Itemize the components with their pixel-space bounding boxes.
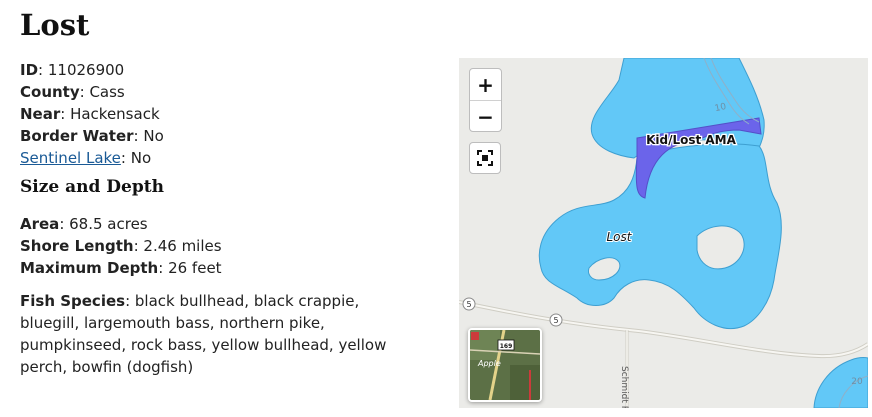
fullscreen-icon xyxy=(477,150,493,166)
border-water-value: No xyxy=(143,127,164,145)
contour-label-20: 20 xyxy=(851,377,863,387)
lake-map[interactable]: Kid/Lost AMA Lost 10 20 5 5 Schmidt R + … xyxy=(459,58,868,408)
area-row: Area: 68.5 acres xyxy=(20,215,148,233)
zoom-control: + − xyxy=(469,68,502,132)
sentinel-lake-row: Sentinel Lake: No xyxy=(20,149,152,167)
fullscreen-button[interactable] xyxy=(469,142,501,174)
id-row: ID: 11026900 xyxy=(20,61,125,79)
lake-map-label: Lost xyxy=(607,230,633,244)
id-value: 11026900 xyxy=(47,61,125,79)
road-shield-2-label: 5 xyxy=(553,316,558,325)
ama-label: Kid/Lost AMA xyxy=(646,133,737,147)
near-row: Near: Hackensack xyxy=(20,105,160,123)
sentinel-lake-link[interactable]: Sentinel Lake xyxy=(20,149,121,167)
area-value: 68.5 acres xyxy=(69,215,148,233)
road-shield-1-label: 5 xyxy=(466,300,471,309)
county-row: County: Cass xyxy=(20,83,125,101)
fish-species: Fish Species: black bullhead, black crap… xyxy=(20,292,387,376)
thumb-place-label: Apple xyxy=(477,359,501,368)
lake-info: ID: 11026900 County: Cass Near: Hackensa… xyxy=(20,59,164,169)
lost-lake-water xyxy=(538,143,782,330)
county-value: Cass xyxy=(89,83,125,101)
border-water-row: Border Water: No xyxy=(20,127,164,145)
zoom-in-button[interactable]: + xyxy=(470,69,501,100)
max-depth-value: 26 feet xyxy=(168,259,222,277)
near-value: Hackensack xyxy=(70,105,160,123)
size-depth-section: Area: 68.5 acres Shore Length: 2.46 mile… xyxy=(20,213,222,279)
satellite-layer-thumbnail[interactable]: 169 Apple xyxy=(468,328,542,402)
thumb-highway-label: 169 xyxy=(500,343,513,350)
size-depth-heading: Size and Depth xyxy=(20,177,164,197)
sentinel-lake-value: No xyxy=(130,149,152,167)
max-depth-row: Maximum Depth: 26 feet xyxy=(20,259,222,277)
road-label: Schmidt R xyxy=(619,366,629,408)
shore-length-row: Shore Length: 2.46 miles xyxy=(20,237,222,255)
zoom-out-button[interactable]: − xyxy=(470,100,501,132)
satellite-preview: 169 Apple xyxy=(470,330,540,400)
shore-length-value: 2.46 miles xyxy=(143,237,222,255)
road-shield-1: 5 xyxy=(462,297,476,311)
lake-name: Lost xyxy=(20,8,90,42)
road-shield-2: 5 xyxy=(549,313,563,327)
